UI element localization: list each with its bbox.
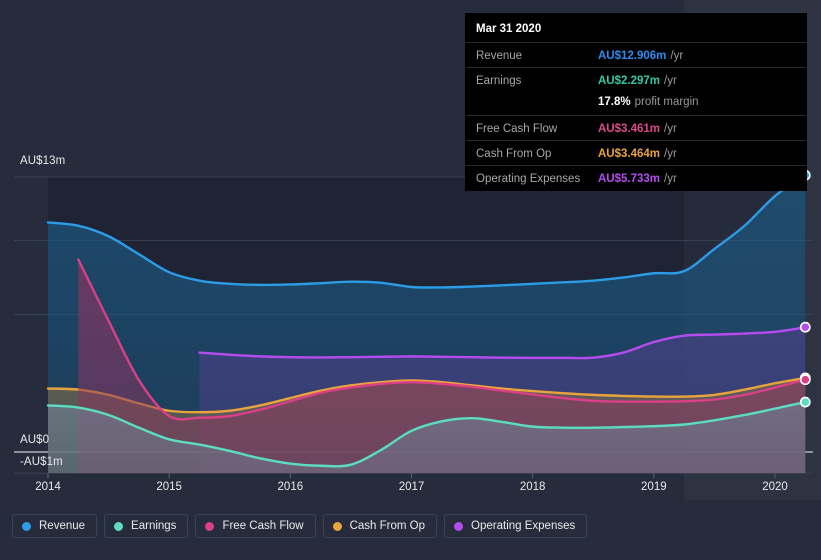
financial-chart-page: AU$13m AU$0 -AU$1m 2014 2015 2016 2017 2018 2… bbox=[0, 0, 821, 560]
tooltip-row-label: Revenue bbox=[476, 50, 598, 62]
endpoint-marker-free-cash-flow[interactable] bbox=[801, 375, 810, 384]
tooltip-row-unit: profit margin bbox=[635, 96, 699, 108]
tooltip-row-value: AU$3.464m bbox=[598, 148, 660, 160]
tooltip-row-value-group: AU$2.297m/yr bbox=[598, 71, 677, 89]
legend-color-dot-icon bbox=[454, 522, 463, 531]
legend-color-dot-icon bbox=[333, 522, 342, 531]
y-axis-label-zero: AU$0 bbox=[20, 434, 49, 446]
x-axis-label: 2014 bbox=[35, 481, 61, 493]
endpoint-dot[interactable] bbox=[801, 323, 810, 332]
tooltip-row: EarningsAU$2.297m/yr bbox=[466, 67, 806, 92]
legend-item-revenue[interactable]: Revenue bbox=[12, 514, 97, 538]
tooltip-row-value: AU$5.733m bbox=[598, 173, 660, 185]
legend-item-label: Free Cash Flow bbox=[222, 520, 303, 532]
tooltip-row-value-group: AU$12.906m/yr bbox=[598, 46, 683, 64]
tooltip-row-value: AU$2.297m bbox=[598, 75, 660, 87]
x-axis-label: 2017 bbox=[399, 481, 425, 493]
tooltip-row-value-group: AU$3.461m/yr bbox=[598, 119, 677, 137]
tooltip-row-value-group: AU$5.733m/yr bbox=[598, 169, 677, 187]
x-axis-label: 2018 bbox=[520, 481, 546, 493]
endpoint-marker-operating-expenses[interactable] bbox=[801, 323, 810, 332]
legend-item-free-cash-flow[interactable]: Free Cash Flow bbox=[195, 514, 315, 538]
x-axis-label: 2020 bbox=[762, 481, 788, 493]
tooltip-title: Mar 31 2020 bbox=[466, 14, 806, 42]
tooltip-row-label: Earnings bbox=[476, 75, 598, 87]
tooltip-row-unit: /yr bbox=[664, 173, 677, 185]
legend-item-cash-from-op[interactable]: Cash From Op bbox=[323, 514, 437, 538]
endpoint-dot[interactable] bbox=[801, 375, 810, 384]
tooltip-row-value-group: AU$3.464m/yr bbox=[598, 144, 677, 162]
tooltip-row-label: Free Cash Flow bbox=[476, 123, 598, 135]
legend-item-label: Operating Expenses bbox=[471, 520, 575, 532]
legend-color-dot-icon bbox=[205, 522, 214, 531]
endpoint-marker-earnings[interactable] bbox=[801, 397, 810, 406]
legend-item-earnings[interactable]: Earnings bbox=[104, 514, 188, 538]
tooltip-row: Free Cash FlowAU$3.461m/yr bbox=[466, 115, 806, 140]
tooltip-row: Cash From OpAU$3.464m/yr bbox=[466, 140, 806, 165]
tooltip-row-value: AU$3.461m bbox=[598, 123, 660, 135]
tooltip-row-unit: /yr bbox=[664, 75, 677, 87]
legend-color-dot-icon bbox=[22, 522, 31, 531]
legend-item-label: Earnings bbox=[131, 520, 176, 532]
tooltip-row-unit: /yr bbox=[670, 50, 683, 62]
tooltip-row-value-group: 17.8% profit margin bbox=[598, 92, 699, 110]
legend-item-operating-expenses[interactable]: Operating Expenses bbox=[444, 514, 587, 538]
legend-color-dot-icon bbox=[114, 522, 123, 531]
x-axis-label: 2015 bbox=[156, 481, 182, 493]
chart-tooltip: Mar 31 2020 RevenueAU$12.906m/yrEarnings… bbox=[466, 14, 806, 190]
tooltip-row: Operating ExpensesAU$5.733m/yr bbox=[466, 165, 806, 190]
tooltip-row-value: 17.8% bbox=[598, 96, 631, 108]
tooltip-row-label: Operating Expenses bbox=[476, 173, 598, 185]
legend-item-label: Revenue bbox=[39, 520, 85, 532]
y-axis-label-negative: -AU$1m bbox=[20, 456, 63, 468]
tooltip-row: RevenueAU$12.906m/yr bbox=[466, 42, 806, 67]
tooltip-subrow: 17.8% profit margin bbox=[466, 92, 806, 115]
x-axis-label: 2019 bbox=[641, 481, 667, 493]
tooltip-rows: RevenueAU$12.906m/yrEarningsAU$2.297m/yr… bbox=[466, 42, 806, 190]
y-axis-label-top: AU$13m bbox=[20, 155, 65, 167]
tooltip-row-label: Cash From Op bbox=[476, 148, 598, 160]
chart-legend[interactable]: Revenue Earnings Free Cash Flow Cash From O… bbox=[12, 514, 587, 538]
tooltip-row-unit: /yr bbox=[664, 123, 677, 135]
legend-item-label: Cash From Op bbox=[350, 520, 425, 532]
tooltip-row-unit: /yr bbox=[664, 148, 677, 160]
tooltip-row-value: AU$12.906m bbox=[598, 50, 666, 62]
x-axis-label: 2016 bbox=[278, 481, 304, 493]
endpoint-dot[interactable] bbox=[801, 397, 810, 406]
